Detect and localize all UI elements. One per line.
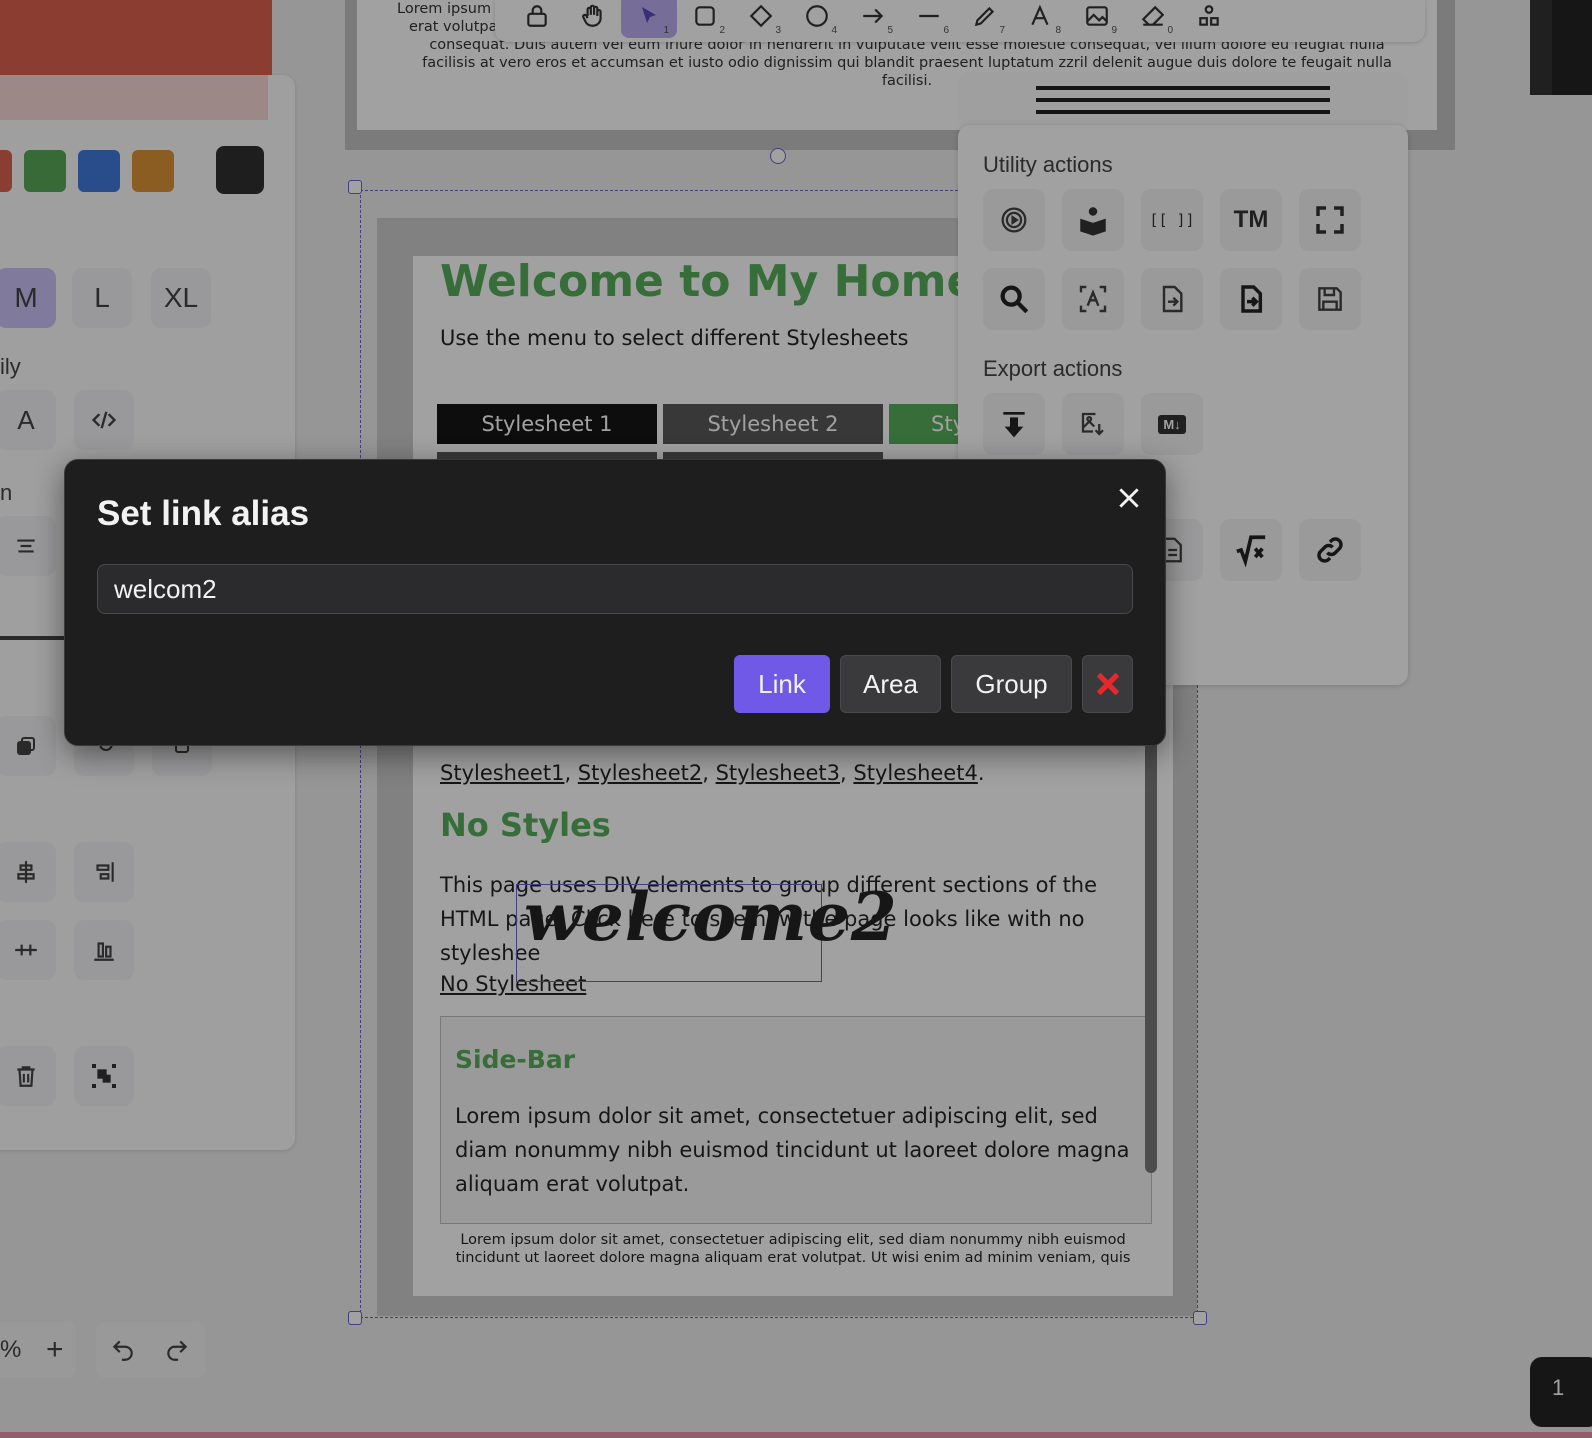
close-icon — [1096, 672, 1119, 696]
area-button[interactable]: Area — [840, 655, 941, 713]
link-alias-input[interactable] — [97, 564, 1133, 614]
close-icon — [1119, 488, 1139, 508]
dialog-close-button[interactable] — [1111, 480, 1147, 516]
cancel-button[interactable] — [1082, 655, 1133, 713]
group-button[interactable]: Group — [951, 655, 1072, 713]
dialog-title: Set link alias — [97, 494, 310, 533]
link-button[interactable]: Link — [734, 655, 830, 713]
set-link-alias-dialog: Set link alias Link Area Group — [64, 459, 1166, 746]
